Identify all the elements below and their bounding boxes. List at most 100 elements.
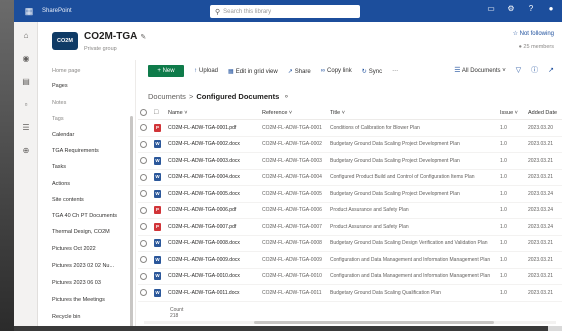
table-row[interactable]: W CO2M-FL-ADW-TGA-0011.docx CO2M-FL-ADW-TG…: [138, 285, 562, 302]
summary-value: 218: [170, 313, 179, 319]
folder-options-icon[interactable]: ⚬: [283, 92, 289, 101]
table-row[interactable]: P CO2M-FL-ADW-TGA-0006.pdf CO2M-FL-ADW-TGA…: [138, 203, 562, 219]
file-name[interactable]: CO2M-FL-ADW-TGA-0009.docx: [168, 252, 260, 268]
account-icon[interactable]: ●: [546, 4, 556, 13]
app-name[interactable]: SharePoint: [42, 8, 72, 14]
file-name[interactable]: CO2M-FL-ADW-TGA-0005.docx: [168, 186, 260, 202]
horizontal-scroll-thumb[interactable]: [254, 321, 494, 324]
file-name-text: CO2M-FL-ADW-TGA-0007.pdf: [168, 223, 237, 230]
row-checkbox[interactable]: [140, 137, 150, 153]
settings-icon[interactable]: ⚙: [506, 4, 516, 13]
row-checkbox[interactable]: [140, 186, 150, 202]
upload-button[interactable]: ↑ Upload: [194, 68, 218, 74]
file-name[interactable]: CO2M-FL-ADW-TGA-0008.docx: [168, 236, 260, 252]
copy-link-button[interactable]: ∞ Copy link: [321, 68, 352, 74]
file-name[interactable]: CO2M-FL-ADW-TGA-0011.docx: [168, 285, 260, 301]
row-checkbox[interactable]: [140, 236, 150, 252]
sync-button[interactable]: ↻ Sync: [362, 68, 382, 75]
news-icon[interactable]: ▤: [14, 73, 38, 91]
file-type-header[interactable]: □: [154, 106, 166, 119]
column-header-reference[interactable]: Reference ˅: [262, 106, 326, 119]
column-header-issue[interactable]: Issue ˅: [500, 106, 522, 119]
files-icon[interactable]: ▫: [14, 96, 38, 114]
nav-item-pictures-oct[interactable]: Pictures Oct 2022: [52, 246, 96, 252]
file-name[interactable]: CO2M-FL-ADW-TGA-0007.pdf: [168, 219, 260, 235]
table-row[interactable]: P CO2M-FL-ADW-TGA-0007.pdf CO2M-FL-ADW-TGA…: [138, 219, 562, 236]
expand-icon[interactable]: ↗: [548, 66, 554, 74]
file-name[interactable]: CO2M-FL-ADW-TGA-0004.docx: [168, 170, 260, 186]
date-cell: 2023.03.24: [528, 223, 554, 230]
table-row[interactable]: W CO2M-FL-ADW-TGA-0004.docx CO2M-FL-ADW-TG…: [138, 170, 562, 186]
date-cell: 2023.03.21: [528, 141, 554, 148]
nav-item-pt-documents[interactable]: TGA 40 Ch PT Documents: [52, 213, 117, 219]
help-icon[interactable]: ?: [526, 4, 536, 13]
more-button[interactable]: ···: [392, 68, 398, 74]
suite-bar: ▦ SharePoint ⚲ Search this library ▭ ⚙ ?…: [14, 0, 562, 22]
globe-icon[interactable]: ◉: [14, 50, 38, 68]
file-name[interactable]: CO2M-FL-ADW-TGA-0001.pdf: [168, 120, 260, 136]
lists-icon[interactable]: ☰: [14, 119, 38, 137]
nav-item-thermal-design[interactable]: Thermal Design, CO2M: [52, 229, 110, 235]
nav-item-actions[interactable]: Actions: [52, 181, 70, 187]
row-checkbox[interactable]: [140, 120, 150, 136]
row-checkbox[interactable]: [140, 285, 150, 301]
waffle-icon[interactable]: ▦: [22, 4, 36, 18]
file-name[interactable]: CO2M-FL-ADW-TGA-0010.docx: [168, 269, 260, 285]
home-icon[interactable]: ⌂: [14, 27, 38, 45]
table-row[interactable]: W CO2M-FL-ADW-TGA-0003.docx CO2M-FL-ADW-TG…: [138, 153, 562, 170]
nav-item-notes[interactable]: Notes: [52, 100, 66, 106]
edit-pencil-icon[interactable]: ✎: [140, 34, 146, 41]
site-title[interactable]: CO2M-TGA ✎: [84, 31, 146, 42]
column-header-title[interactable]: Title ˅: [330, 106, 496, 119]
create-icon[interactable]: ⊕: [14, 142, 38, 160]
nav-item-recycle-bin[interactable]: Recycle bin: [52, 314, 80, 320]
row-checkbox[interactable]: [140, 269, 150, 285]
file-name[interactable]: CO2M-FL-ADW-TGA-0006.pdf: [168, 203, 260, 219]
table-row[interactable]: W CO2M-FL-ADW-TGA-0009.docx CO2M-FL-ADW-TG…: [138, 252, 562, 269]
filter-icon[interactable]: ▽: [516, 66, 521, 74]
nav-item-home[interactable]: Home page: [52, 68, 80, 74]
new-button[interactable]: + New: [148, 65, 184, 77]
row-checkbox[interactable]: [140, 153, 150, 169]
search-box[interactable]: ⚲ Search this library: [210, 5, 360, 18]
file-type-cell: P: [154, 120, 166, 136]
table-row[interactable]: P CO2M-FL-ADW-TGA-0001.pdf CO2M-FL-ADW-TGA…: [138, 120, 562, 137]
file-name[interactable]: CO2M-FL-ADW-TGA-0003.docx: [168, 153, 260, 169]
nav-item-calendar[interactable]: Calendar: [52, 132, 74, 138]
share-button[interactable]: ↗ Share: [288, 68, 311, 75]
row-checkbox[interactable]: [140, 203, 150, 219]
horizontal-scrollbar[interactable]: [144, 321, 556, 324]
file-type-cell: W: [154, 269, 166, 285]
members-count[interactable]: ● 25 members: [519, 44, 554, 50]
site-logo[interactable]: CO2M: [52, 32, 78, 50]
issue-cell: 1.0: [500, 273, 507, 280]
view-selector[interactable]: ☰ All Documents ˅: [454, 66, 505, 74]
edit-grid-button[interactable]: ▦ Edit in grid view: [228, 68, 278, 75]
nav-item-tasks[interactable]: Tasks: [52, 164, 66, 170]
follow-button[interactable]: ☆ Not following: [513, 30, 554, 37]
nav-item-pages[interactable]: Pages: [52, 83, 68, 89]
column-header-date[interactable]: Added Date: [528, 106, 562, 119]
nav-item-requirements[interactable]: TGA Requirements: [52, 148, 99, 154]
breadcrumb-parent[interactable]: Documents: [148, 92, 186, 101]
nav-scrollbar[interactable]: [130, 116, 133, 326]
info-icon[interactable]: ⓘ: [531, 65, 538, 75]
comment-icon[interactable]: ▭: [486, 4, 496, 13]
select-all-checkbox[interactable]: [140, 106, 150, 119]
row-checkbox[interactable]: [140, 252, 150, 268]
nav-item-pictures-jun[interactable]: Pictures 2023 06 03: [52, 280, 101, 286]
table-row[interactable]: W CO2M-FL-ADW-TGA-0008.docx CO2M-FL-ADW-TG…: [138, 236, 562, 252]
nav-item-pictures-meetings[interactable]: Pictures the Meetings: [52, 297, 105, 303]
row-checkbox[interactable]: [140, 170, 150, 186]
nav-item-site-contents[interactable]: Site contents: [52, 197, 84, 203]
table-row[interactable]: W CO2M-FL-ADW-TGA-0010.docx CO2M-FL-ADW-TG…: [138, 269, 562, 285]
row-checkbox[interactable]: [140, 219, 150, 235]
file-name[interactable]: CO2M-FL-ADW-TGA-0002.docx: [168, 137, 260, 153]
file-type-cell: W: [154, 236, 166, 252]
column-header-name[interactable]: Name ˅: [168, 106, 260, 119]
issue-cell: 1.0: [500, 124, 507, 131]
table-row[interactable]: W CO2M-FL-ADW-TGA-0005.docx CO2M-FL-ADW-TG…: [138, 186, 562, 203]
table-row[interactable]: W CO2M-FL-ADW-TGA-0002.docx CO2M-FL-ADW-TG…: [138, 137, 562, 153]
nav-item-tags[interactable]: Tags: [52, 116, 64, 122]
nav-item-pictures-feb[interactable]: Pictures 2023 02 02 Nu...: [52, 263, 114, 269]
